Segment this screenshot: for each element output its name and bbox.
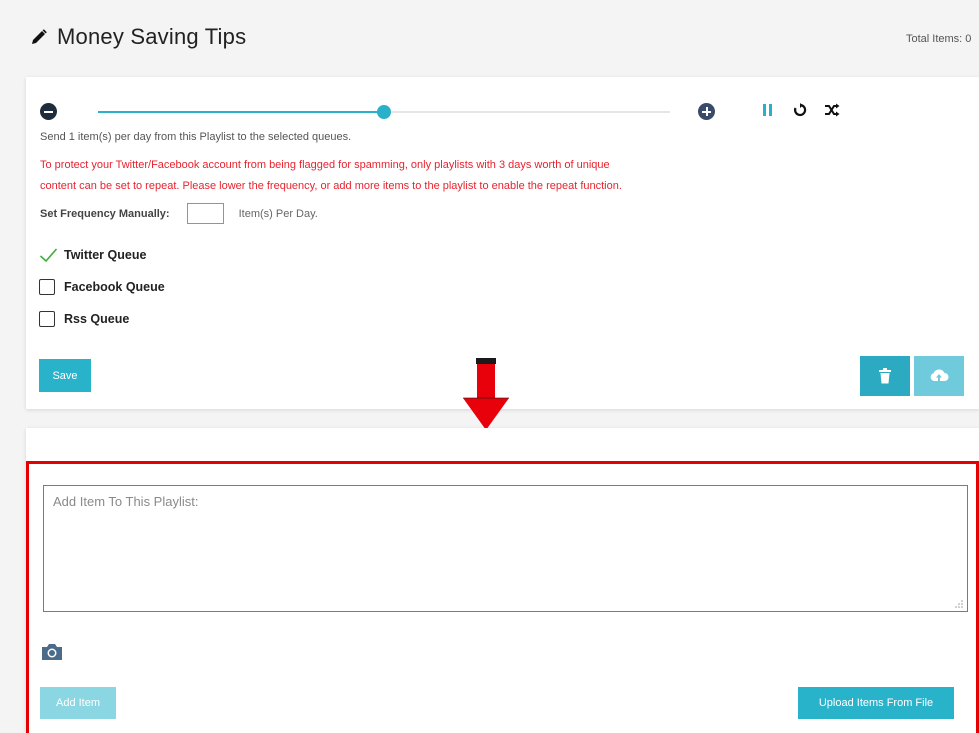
pause-icon[interactable] bbox=[759, 101, 777, 119]
pencil-icon[interactable] bbox=[30, 28, 48, 46]
frequency-label: Set Frequency Manually: bbox=[40, 207, 170, 220]
queue-label: Twitter Queue bbox=[64, 248, 147, 262]
queue-facebook[interactable]: Facebook Queue bbox=[39, 279, 165, 295]
page-header: Money Saving Tips Total Items: 0 bbox=[0, 0, 979, 76]
upload-items-button[interactable]: Upload Items From File bbox=[798, 687, 954, 719]
add-item-button[interactable]: Add Item bbox=[40, 687, 116, 719]
slider-thumb[interactable] bbox=[377, 105, 391, 119]
shuffle-icon[interactable] bbox=[823, 101, 841, 119]
minus-circle-icon[interactable] bbox=[40, 103, 57, 120]
warning-line-2: content can be set to repeat. Please low… bbox=[40, 180, 622, 192]
save-button[interactable]: Save bbox=[39, 359, 91, 392]
slider-track[interactable] bbox=[98, 105, 670, 119]
page-title: Money Saving Tips bbox=[57, 24, 247, 49]
playback-controls bbox=[759, 101, 841, 119]
add-item-textarea[interactable] bbox=[43, 485, 968, 612]
add-item-card: Add Item Upload Items From File bbox=[26, 428, 979, 733]
frequency-manual-row: Set Frequency Manually: Item(s) Per Day. bbox=[40, 203, 318, 224]
repeat-icon[interactable] bbox=[791, 101, 809, 119]
arrow-down-icon bbox=[463, 358, 509, 430]
frequency-slider[interactable] bbox=[40, 102, 720, 122]
plus-circle-icon[interactable] bbox=[698, 103, 715, 120]
facebook-queue-checkbox[interactable] bbox=[39, 279, 55, 295]
camera-icon[interactable] bbox=[40, 642, 64, 662]
slider-fill bbox=[98, 111, 384, 113]
rss-queue-checkbox[interactable] bbox=[39, 311, 55, 327]
delete-button[interactable] bbox=[860, 356, 910, 396]
warning-line-1: To protect your Twitter/Facebook account… bbox=[40, 159, 610, 171]
queue-twitter[interactable]: Twitter Queue bbox=[39, 247, 146, 263]
queue-label: Rss Queue bbox=[64, 312, 130, 326]
title-wrap: Money Saving Tips bbox=[30, 24, 246, 50]
check-icon[interactable] bbox=[39, 247, 58, 263]
send-frequency-text: Send 1 item(s) per day from this Playlis… bbox=[40, 131, 352, 143]
queue-label: Facebook Queue bbox=[64, 280, 165, 294]
resize-grip-icon[interactable] bbox=[954, 599, 964, 609]
frequency-input[interactable] bbox=[186, 203, 224, 224]
queue-rss[interactable]: Rss Queue bbox=[39, 311, 129, 327]
cloud-upload-button[interactable] bbox=[914, 356, 964, 396]
cloud-upload-icon bbox=[930, 369, 949, 381]
frequency-suffix: Item(s) Per Day. bbox=[238, 207, 318, 220]
trash-icon bbox=[879, 368, 891, 384]
repeat-warning: To protect your Twitter/Facebook account… bbox=[40, 155, 740, 197]
total-items-count: Total Items: 0 bbox=[906, 33, 972, 45]
